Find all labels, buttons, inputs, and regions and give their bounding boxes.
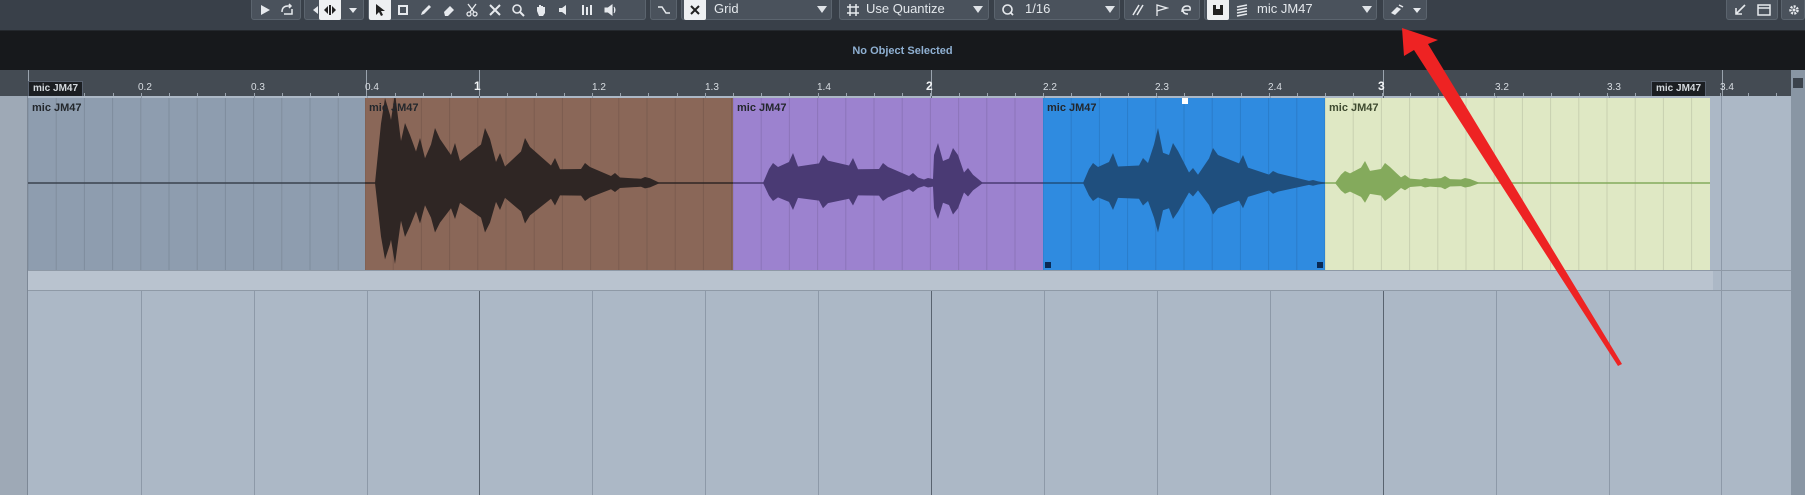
annotation-arrow [1402, 28, 1622, 366]
annotation-arrow-shape [1402, 28, 1622, 366]
